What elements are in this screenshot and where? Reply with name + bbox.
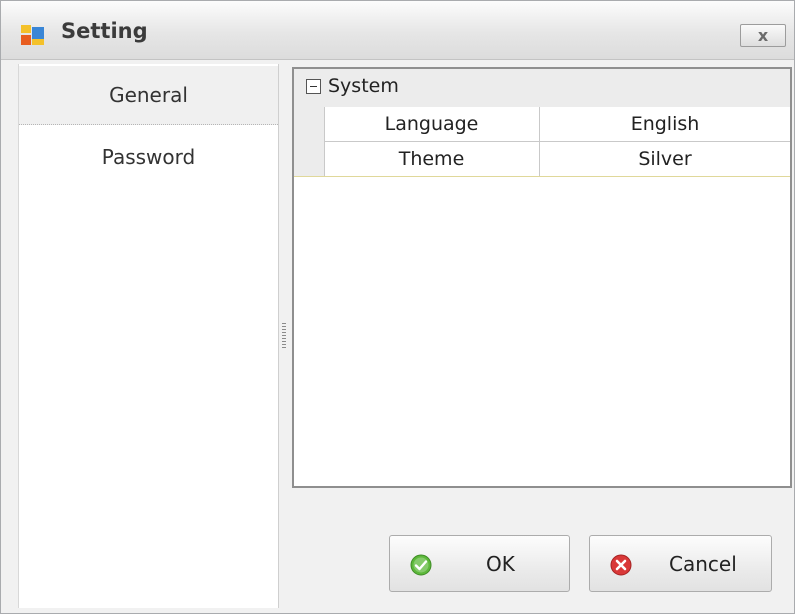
- title-bar[interactable]: Setting x: [1, 1, 794, 60]
- grid-row-divider: [294, 176, 790, 177]
- property-value-theme[interactable]: Silver: [540, 142, 790, 176]
- settings-nav: General Password: [18, 64, 279, 608]
- nav-item-general[interactable]: General: [19, 66, 278, 125]
- property-row-theme[interactable]: Theme Silver: [324, 142, 790, 177]
- ok-button[interactable]: OK: [389, 535, 570, 592]
- window-title: Setting: [61, 19, 148, 43]
- collapse-icon[interactable]: [306, 79, 321, 94]
- cancel-label: Cancel: [669, 552, 737, 576]
- cancel-button[interactable]: Cancel: [589, 535, 772, 592]
- checkmark-icon: [410, 554, 432, 576]
- property-name: Theme: [398, 148, 465, 170]
- splitter-grip[interactable]: [282, 323, 286, 349]
- nav-item-password[interactable]: Password: [19, 128, 278, 186]
- settings-dialog: Setting x General Password System Langua…: [0, 0, 795, 614]
- row-indent: [294, 107, 324, 177]
- category-row-system[interactable]: System: [294, 69, 790, 107]
- property-row-language[interactable]: Language English: [324, 107, 790, 142]
- app-window-icon: [21, 25, 44, 45]
- cancel-icon: [610, 554, 632, 576]
- ok-label: OK: [486, 552, 515, 576]
- property-name: Language: [384, 113, 479, 135]
- property-grid: System Language English Theme Silver: [292, 67, 792, 488]
- property-value-language[interactable]: English: [540, 107, 790, 141]
- close-button[interactable]: x: [740, 24, 786, 47]
- category-label: System: [328, 75, 399, 97]
